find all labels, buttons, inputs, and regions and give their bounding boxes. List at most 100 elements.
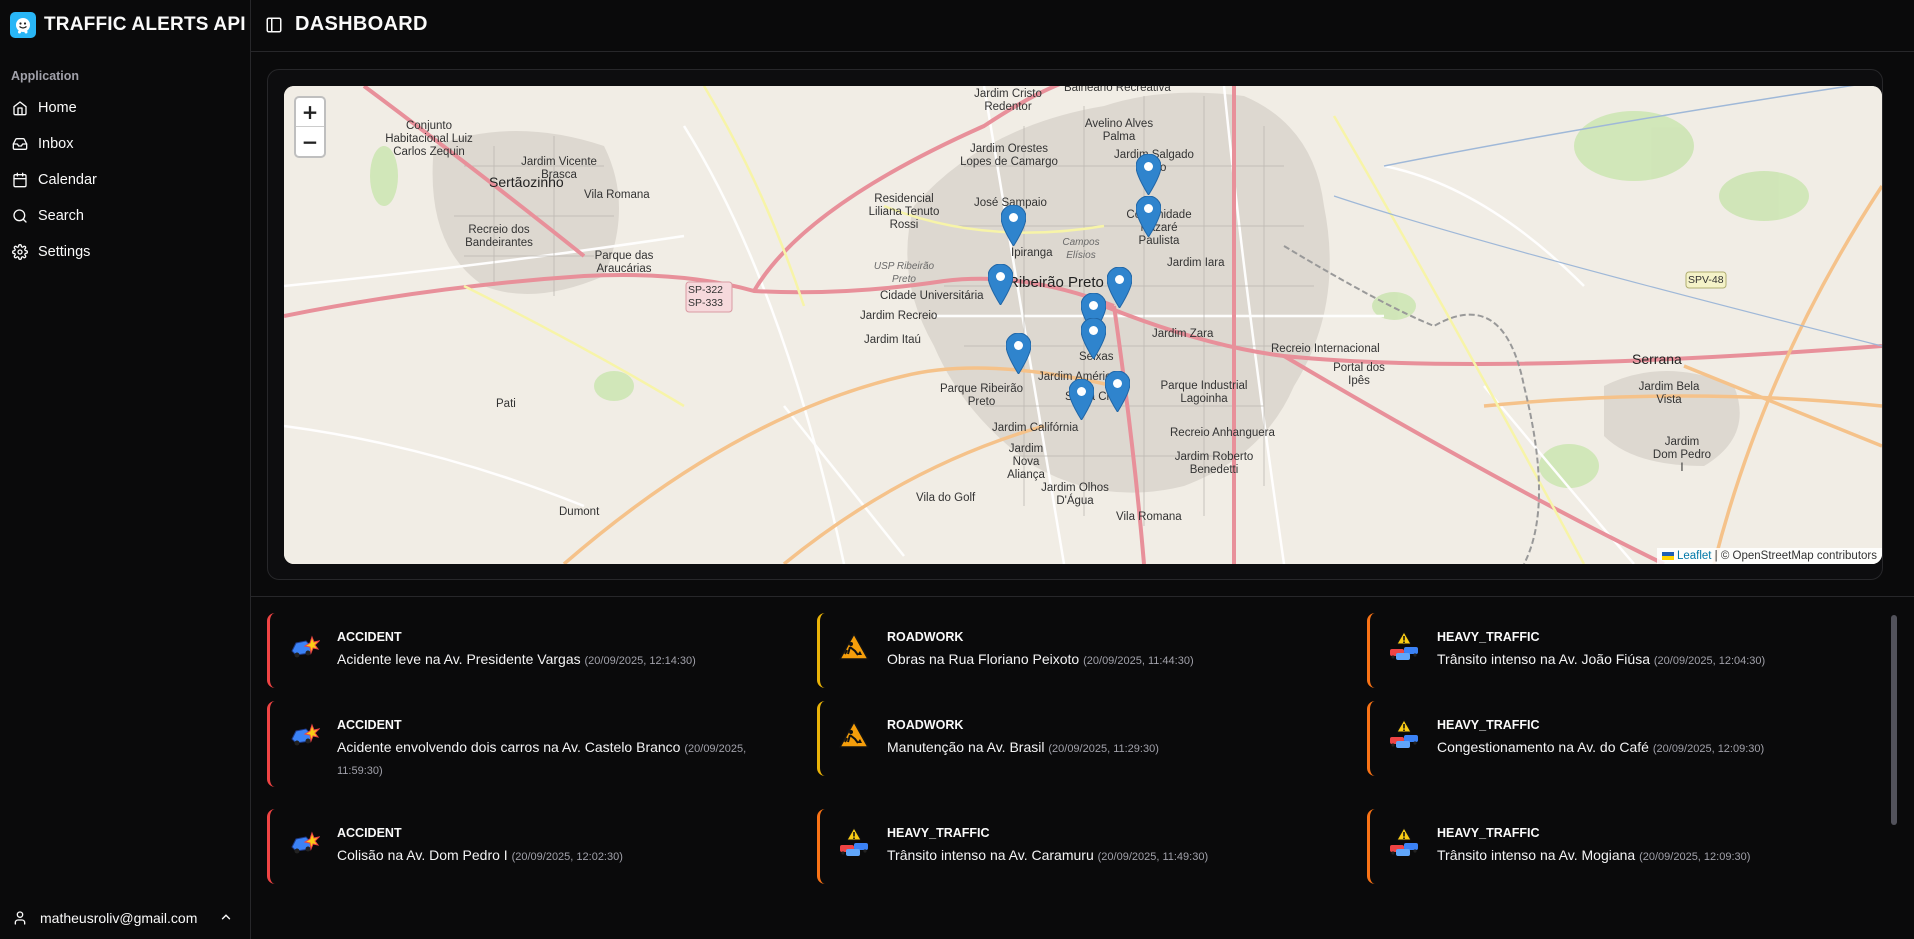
- alert-timestamp: (20/09/2025, 12:09:30): [1639, 851, 1751, 863]
- map-label: Campos Elísios: [1062, 237, 1100, 261]
- map-label: Cidade Universitária: [880, 290, 984, 302]
- sidebar-item-settings[interactable]: Settings: [6, 234, 245, 270]
- alert-card[interactable]: HEAVY_TRAFFIC Trânsito intenso na Av. Joã…: [1367, 613, 1897, 688]
- sidebar-item-home[interactable]: Home: [6, 90, 245, 126]
- map-marker-pin-icon[interactable]: [1005, 332, 1032, 375]
- alert-text: Acidente leve na Av. Presidente Vargas: [337, 651, 581, 667]
- highway-shield-label: SPV-48: [1688, 274, 1724, 286]
- user-menu-button[interactable]: matheusroliv@gmail.com: [0, 896, 251, 939]
- alert-description: Trânsito intenso na Av. João Fiúsa (20/0…: [1437, 649, 1877, 671]
- attribution-text: | © OpenStreetMap contributors: [1714, 550, 1877, 562]
- map-label: Vila do Golf: [916, 492, 976, 504]
- map-label: Parque Industrial Lagoinha: [1160, 380, 1248, 405]
- alert-type: ACCIDENT: [337, 630, 402, 644]
- home-icon: [13, 101, 27, 116]
- map-label: Conjunto Habitacional Luiz Carlos Zequin: [385, 120, 473, 158]
- sidebar-item-search[interactable]: Search: [6, 198, 245, 234]
- map-marker-pin-icon[interactable]: [1135, 195, 1162, 238]
- alerts-list: ACCIDENT Acidente leve na Av. Presidente …: [251, 597, 1891, 939]
- ukraine-flag-icon: [1661, 551, 1674, 560]
- map-marker-pin-icon[interactable]: [987, 263, 1014, 306]
- sidebar-item-label: Calendar: [38, 172, 97, 188]
- map-label: Recreio dos Bandeirantes: [465, 224, 533, 249]
- map-label: USP Ribeirão Preto: [873, 261, 935, 285]
- alert-type: ACCIDENT: [337, 826, 402, 840]
- map-label-city: Ribeirão Preto: [1008, 274, 1104, 291]
- roadwork-sign-icon: [838, 719, 870, 751]
- alert-description: Trânsito intenso na Av. Caramuru (20/09/…: [887, 845, 1327, 867]
- alert-type: HEAVY_TRAFFIC: [1437, 718, 1540, 732]
- map-card: SP-322 SP-333 SPV-48 Ribeirão Preto Sertã…: [267, 69, 1883, 580]
- map-label: Jardim Cristo Redentor: [974, 88, 1042, 113]
- map-label: Jardim Zara: [1152, 328, 1214, 340]
- car-crash-icon: [288, 827, 321, 859]
- map-label: Jardim Orestes Lopes de Camargo: [960, 143, 1058, 168]
- alert-card[interactable]: ACCIDENT Acidente leve na Av. Presidente …: [267, 613, 797, 688]
- map-marker-pin-icon[interactable]: [1068, 378, 1095, 421]
- alert-description: Acidente leve na Av. Presidente Vargas (…: [337, 649, 777, 671]
- alert-card[interactable]: HEAVY_TRAFFIC Congestionamento na Av. do …: [1367, 701, 1897, 776]
- alert-card[interactable]: ACCIDENT Colisão na Av. Dom Pedro I (20/0…: [267, 809, 797, 884]
- alert-timestamp: (20/09/2025, 12:04:30): [1653, 655, 1766, 667]
- map-label: Jardim Roberto Benedetti: [1174, 451, 1254, 476]
- map-marker-pin-icon[interactable]: [1080, 317, 1107, 360]
- alert-description: Obras na Rua Floriano Peixoto (20/09/202…: [887, 649, 1327, 671]
- traffic-jam-icon: [1388, 719, 1420, 751]
- roadwork-sign-icon: [838, 631, 870, 663]
- brand[interactable]: TRAFFIC ALERTS API: [10, 12, 246, 38]
- map-label: Pati: [496, 398, 516, 410]
- map-marker-pin-icon[interactable]: [1106, 266, 1133, 309]
- alert-timestamp: (20/09/2025, 12:14:30): [584, 655, 696, 667]
- map-label: Recreio Anhanguera: [1170, 427, 1275, 439]
- map-marker-pin-icon[interactable]: [1104, 370, 1131, 413]
- alert-text: Acidente envolvendo dois carros na Av. C…: [337, 739, 681, 755]
- map-label: Jardim Vicente Brasca: [521, 156, 597, 181]
- user-email: matheusroliv@gmail.com: [40, 909, 198, 926]
- alert-card[interactable]: ACCIDENT Acidente envolvendo dois carros …: [267, 701, 797, 787]
- alert-type: ACCIDENT: [337, 718, 402, 732]
- map-label: Jardim Dom Pedro I: [1652, 436, 1712, 474]
- zoom-out-button[interactable]: −: [296, 127, 324, 156]
- traffic-map[interactable]: SP-322 SP-333 SPV-48 Ribeirão Preto Sertã…: [284, 86, 1882, 564]
- sidebar-item-inbox[interactable]: Inbox: [6, 126, 245, 162]
- map-marker-pin-icon[interactable]: [1000, 204, 1027, 247]
- map-label-town: Serrana: [1632, 351, 1682, 367]
- car-crash-icon: [288, 719, 321, 751]
- map-label: Balneário Recreativa: [1064, 86, 1171, 94]
- alert-description: Trânsito intenso na Av. Mogiana (20/09/2…: [1437, 845, 1877, 867]
- alert-text: Trânsito intenso na Av. João Fiúsa: [1437, 651, 1650, 667]
- sidebar-item-calendar[interactable]: Calendar: [6, 162, 245, 198]
- map-marker-pin-icon[interactable]: [1135, 153, 1162, 196]
- alerts-scrollbar[interactable]: [1891, 615, 1897, 825]
- alert-description: Acidente envolvendo dois carros na Av. C…: [337, 737, 777, 781]
- alert-timestamp: (20/09/2025, 12:09:30): [1652, 743, 1765, 755]
- chevron-up-icon: [221, 914, 231, 920]
- alert-card[interactable]: ROADWORK Obras na Rua Floriano Peixoto (2…: [817, 613, 1347, 688]
- alert-timestamp: (20/09/2025, 12:02:30): [511, 851, 623, 863]
- map-label: Portal dos Ipês: [1333, 362, 1385, 387]
- map-label: Vila Romana: [1116, 511, 1182, 523]
- sidebar-toggle-icon[interactable]: [265, 16, 283, 34]
- traffic-jam-icon: [838, 827, 870, 859]
- alert-card[interactable]: HEAVY_TRAFFIC Trânsito intenso na Av. Mog…: [1367, 809, 1897, 884]
- alert-type: HEAVY_TRAFFIC: [887, 826, 990, 840]
- sidebar-item-label: Search: [38, 208, 84, 224]
- alert-text: Congestionamento na Av. do Café: [1437, 739, 1649, 755]
- map-label: Parque das Araucárias: [594, 250, 654, 275]
- map-label: Jardim Recreio: [860, 310, 938, 322]
- settings-icon: [12, 244, 28, 260]
- zoom-in-button[interactable]: +: [296, 98, 324, 127]
- sidebar-item-label: Settings: [38, 244, 91, 260]
- alert-type: ROADWORK: [887, 718, 964, 732]
- sidebar: TRAFFIC ALERTS API Application Home Inbo…: [0, 0, 251, 939]
- map-label: Parque Ribeirão Preto: [939, 383, 1024, 408]
- map-label: Jardim Itaú: [864, 334, 921, 346]
- page-title: DASHBOARD: [295, 13, 428, 35]
- map-label: Jardim Iara: [1167, 257, 1225, 269]
- leaflet-link[interactable]: Leaflet: [1677, 550, 1712, 562]
- alert-card[interactable]: ROADWORK Manutenção na Av. Brasil (20/09/…: [817, 701, 1347, 776]
- map-label: Dumont: [559, 506, 600, 518]
- alert-timestamp: (20/09/2025, 11:44:30): [1083, 655, 1194, 667]
- map-label: Vila Romana: [584, 189, 650, 201]
- alert-card[interactable]: HEAVY_TRAFFIC Trânsito intenso na Av. Car…: [817, 809, 1347, 884]
